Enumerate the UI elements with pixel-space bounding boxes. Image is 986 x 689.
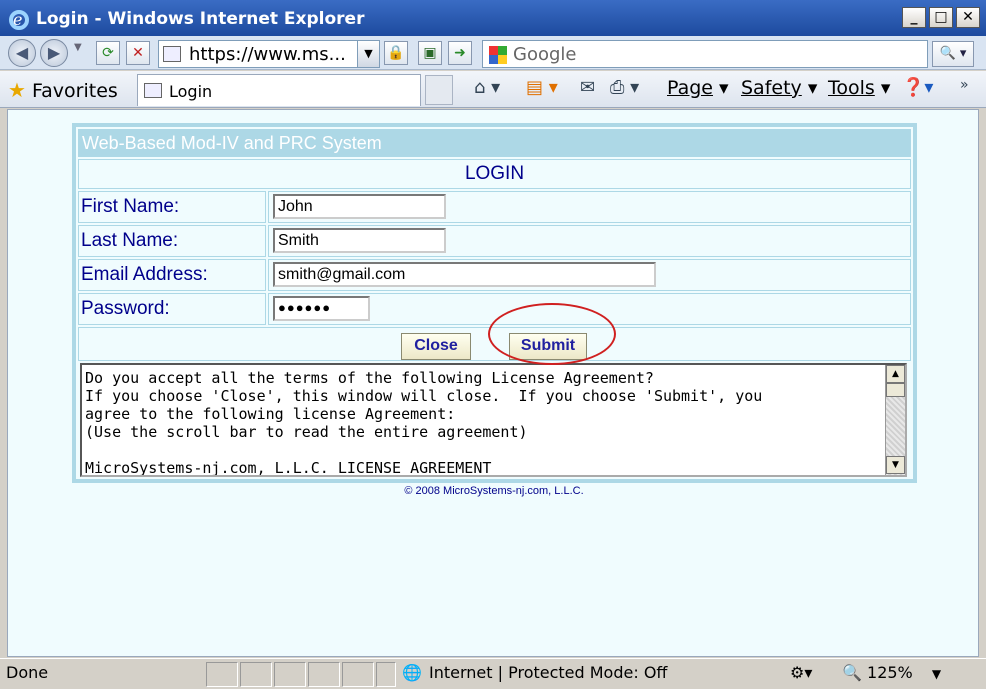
form-header: Web-Based Mod-IV and PRC System (78, 129, 911, 157)
mail-icon[interactable]: ✉ (580, 77, 595, 98)
title-bar: e Login - Windows Internet Explorer _ □ … (0, 0, 986, 36)
google-icon (489, 46, 507, 64)
print-icon[interactable]: ⎙ ▾ (610, 77, 639, 98)
compatibility-icon[interactable]: ▣ (418, 41, 442, 65)
tools-menu[interactable]: Tools ▾ (828, 77, 890, 99)
password-field[interactable]: ●●●●●● (273, 296, 370, 321)
zoom-level: 125% (867, 663, 913, 682)
favorites-label: Favorites (31, 80, 118, 102)
input-cell: John (268, 191, 911, 223)
window-controls: _ □ ✕ (902, 7, 980, 28)
globe-icon: 🌐 (402, 663, 422, 682)
password-label: Password: (81, 298, 170, 319)
maximize-button[interactable]: □ (929, 7, 953, 28)
new-tab-button[interactable] (425, 75, 453, 105)
page-menu-label: Page (667, 77, 713, 99)
label-cell: Password: (78, 293, 266, 325)
scroll-down-icon[interactable]: ▼ (886, 456, 905, 474)
status-segment (206, 662, 238, 687)
favorites-button[interactable]: ★ Favorites (8, 78, 118, 102)
svg-text:e: e (13, 10, 22, 29)
address-dropdown-icon[interactable]: ▼ (357, 41, 379, 67)
internet-explorer-icon: e (9, 10, 29, 30)
tools-menu-label: Tools (828, 77, 875, 99)
zoom-control[interactable]: 🔍 125% ▼ (842, 663, 941, 682)
status-text: Done (6, 663, 49, 682)
address-bar[interactable]: https://www.ms... ▼ (158, 40, 380, 68)
label-cell: First Name: (78, 191, 266, 223)
lock-icon[interactable]: 🔒 (384, 41, 408, 65)
status-segment (274, 662, 306, 687)
login-form: Web-Based Mod-IV and PRC System LOGIN Fi… (72, 123, 917, 483)
status-segment (376, 662, 396, 687)
first-name-label: First Name: (81, 196, 180, 217)
label-cell: Email Address: (78, 259, 266, 291)
status-segment (308, 662, 340, 687)
search-box[interactable]: Google (482, 40, 928, 68)
feeds-icon[interactable]: ▤ ▾ (526, 77, 558, 98)
last-name-label: Last Name: (81, 230, 179, 251)
login-title-row: LOGIN (78, 159, 911, 189)
close-button[interactable]: Close (401, 333, 471, 360)
back-button[interactable]: ◀ (8, 39, 36, 67)
tab-login[interactable]: Login (137, 74, 421, 106)
submit-highlight-annotation (488, 303, 616, 365)
tab-label: Login (169, 82, 213, 101)
address-url[interactable]: https://www.ms... (189, 44, 346, 65)
label-cell: Last Name: (78, 225, 266, 257)
vertical-scrollbar[interactable]: ▲ ▼ (885, 365, 905, 475)
security-zone-text[interactable]: Internet | Protected Mode: Off (429, 663, 667, 682)
zoom-icon: 🔍 (842, 663, 862, 682)
scroll-thumb[interactable] (886, 383, 905, 397)
help-icon[interactable]: ❓▾ (902, 77, 933, 98)
page-title: LOGIN (464, 163, 525, 184)
search-placeholder: Google (513, 44, 577, 65)
last-name-field[interactable]: Smith (273, 228, 446, 253)
email-label: Email Address: (81, 264, 208, 285)
first-name-field[interactable]: John (273, 194, 446, 219)
page-menu[interactable]: Page ▾ (667, 77, 729, 99)
refresh-icon[interactable]: ⟳ (96, 41, 120, 65)
navigation-toolbar: ◀ ▶ ▼ ⟳ ✕ https://www.ms... ▼ 🔒 ▣ ➜ Goog… (0, 36, 986, 70)
window-title: Login - Windows Internet Explorer (36, 9, 365, 29)
page-icon (144, 83, 162, 98)
license-text: Do you accept all the terms of the follo… (85, 369, 763, 477)
input-cell: Smith (268, 225, 911, 257)
close-window-button[interactable]: ✕ (956, 7, 980, 28)
page-icon (163, 46, 181, 62)
minimize-button[interactable]: _ (902, 7, 926, 28)
status-segment (342, 662, 374, 687)
safety-menu-label: Safety (741, 77, 802, 99)
license-textarea[interactable]: Do you accept all the terms of the follo… (80, 363, 907, 477)
copyright-text: © 2008 MicroSystems-nj.com, L.L.C. (404, 485, 584, 497)
page-content: Web-Based Mod-IV and PRC System LOGIN Fi… (7, 109, 979, 657)
home-icon[interactable]: ⌂ ▾ (474, 77, 500, 98)
star-icon: ★ (8, 78, 26, 102)
favorites-bar: ★ Favorites Login ⌂ ▾ ▤ ▾ ✉ ⎙ ▾ Page ▾ S… (0, 71, 986, 108)
stop-icon[interactable]: ✕ (126, 41, 150, 65)
status-segment (240, 662, 272, 687)
zoom-dropdown-icon[interactable]: ▼ (932, 667, 941, 681)
email-field[interactable]: smith@gmail.com (273, 262, 656, 287)
chevron-more-icon[interactable]: » (960, 77, 969, 93)
safety-menu[interactable]: Safety ▾ (741, 77, 817, 99)
input-cell: smith@gmail.com (268, 259, 911, 291)
forward-button[interactable]: ▶ (40, 39, 68, 67)
history-dropdown-icon[interactable]: ▼ (74, 42, 82, 53)
search-icon[interactable]: 🔍 ▾ (932, 41, 974, 67)
scroll-up-icon[interactable]: ▲ (886, 365, 905, 383)
status-bar: Done 🌐 Internet | Protected Mode: Off ⚙▾… (0, 658, 986, 689)
protected-mode-icon[interactable]: ⚙▾ (790, 663, 812, 682)
go-arrow-icon[interactable]: ➜ (448, 41, 472, 65)
